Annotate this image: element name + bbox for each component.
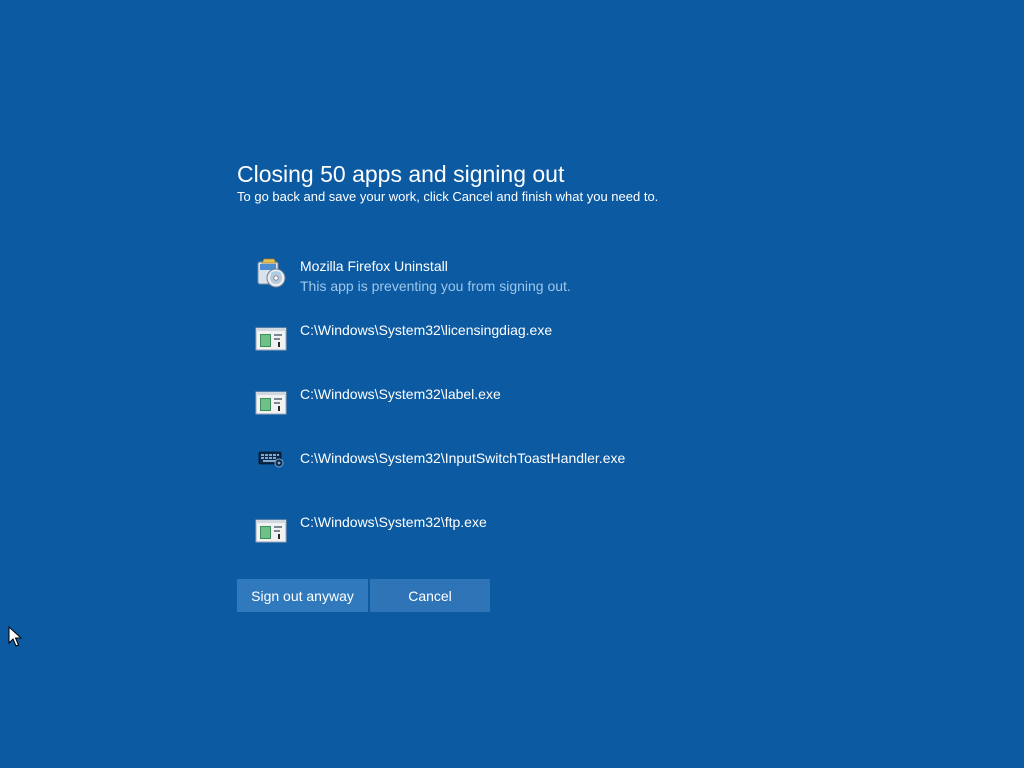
list-item: Mozilla Firefox Uninstall This app is pr…	[254, 256, 754, 320]
list-item: C:\Windows\System32\ftp.exe	[254, 512, 754, 576]
console-window-icon	[254, 512, 288, 546]
console-window-icon	[254, 384, 288, 418]
page-title: Closing 50 apps and signing out	[237, 161, 565, 187]
app-text: C:\Windows\System32\ftp.exe	[300, 513, 487, 531]
list-item: C:\Windows\System32\licensingdiag.exe	[254, 320, 754, 384]
cancel-button[interactable]: Cancel	[370, 579, 490, 612]
app-name: C:\Windows\System32\licensingdiag.exe	[300, 322, 553, 338]
app-name: C:\Windows\System32\InputSwitchToastHand…	[300, 450, 626, 466]
blocking-app-list: Mozilla Firefox Uninstall This app is pr…	[254, 256, 754, 576]
keyboard-settings-icon	[254, 448, 288, 482]
signout-screen: Closing 50 apps and signing out To go ba…	[0, 0, 1024, 768]
app-name: C:\Windows\System32\label.exe	[300, 386, 501, 402]
app-status: This app is preventing you from signing …	[300, 278, 571, 294]
installer-icon	[254, 256, 288, 290]
app-text: C:\Windows\System32\licensingdiag.exe	[300, 321, 552, 339]
list-item: C:\Windows\System32\label.exe	[254, 384, 754, 448]
app-name: C:\Windows\System32\ftp.exe	[300, 514, 487, 530]
app-text: C:\Windows\System32\InputSwitchToastHand…	[300, 449, 625, 467]
action-buttons: Sign out anyway Cancel	[237, 579, 492, 612]
mouse-pointer-icon	[8, 625, 23, 648]
sign-out-anyway-button[interactable]: Sign out anyway	[237, 579, 368, 612]
console-window-icon	[254, 320, 288, 354]
list-item: C:\Windows\System32\InputSwitchToastHand…	[254, 448, 754, 512]
app-text: Mozilla Firefox Uninstall This app is pr…	[300, 257, 571, 297]
app-text: C:\Windows\System32\label.exe	[300, 385, 501, 403]
signout-header: Closing 50 apps and signing out To go ba…	[237, 158, 797, 205]
page-subtitle: To go back and save your work, click Can…	[237, 189, 659, 204]
app-name: Mozilla Firefox Uninstall	[300, 258, 448, 274]
